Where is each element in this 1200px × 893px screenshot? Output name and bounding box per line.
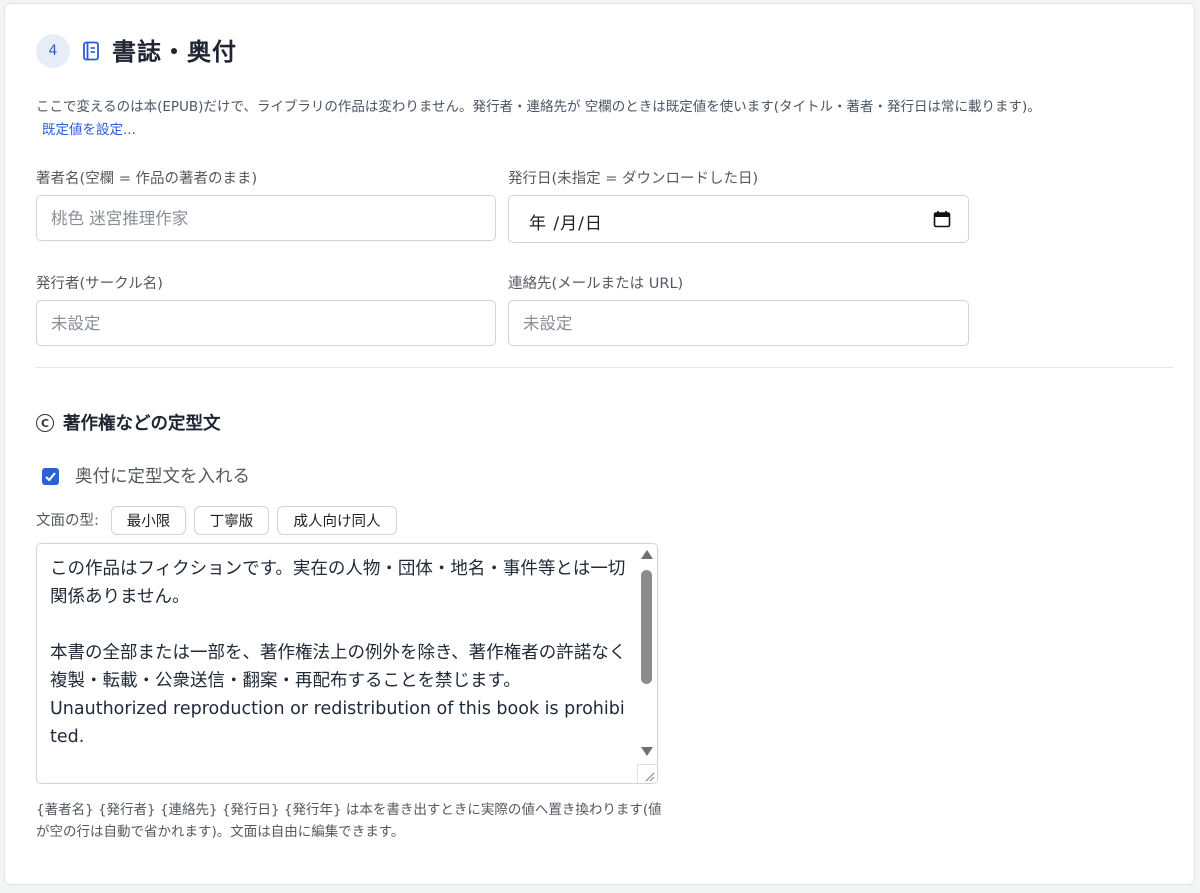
scroll-up-arrow-icon[interactable]: [641, 550, 653, 559]
resize-handle-icon[interactable]: [637, 764, 657, 783]
boilerplate-title: 著作権などの定型文: [63, 414, 221, 434]
bibliography-card: 4 書誌・奥付 ここで変えるのは本(EPUB)だけで、ライブラリの作品は変わりま…: [4, 3, 1195, 885]
check-icon: [45, 472, 56, 482]
copyright-icon: C: [36, 414, 54, 432]
scrollbar-thumb[interactable]: [641, 570, 652, 684]
publisher-label: 発行者(サークル名): [36, 276, 163, 292]
book-icon: [83, 41, 99, 61]
boilerplate-textarea[interactable]: この作品はフィクションです。実在の人物・団体・地名・事件等とは一切関係ありません…: [36, 543, 658, 784]
publisher-input[interactable]: [36, 300, 496, 346]
section-divider: [36, 367, 1173, 368]
textarea-scrollbar[interactable]: [637, 544, 657, 766]
contact-input[interactable]: [508, 300, 969, 346]
contact-label: 連絡先(メールまたは URL): [508, 276, 684, 292]
publish-date-input[interactable]: 年 /月/日: [508, 195, 969, 243]
set-defaults-link[interactable]: 既定値を設定...: [42, 120, 136, 140]
publish-date-value: 年 /月/日: [529, 214, 603, 234]
scroll-down-arrow-icon[interactable]: [641, 747, 653, 756]
author-input[interactable]: [36, 195, 496, 241]
section-title: 書誌・奥付: [112, 38, 237, 66]
placeholder-help-text: {著者名} {発行者} {連絡先} {発行日} {発行年} は本を書き出すときに…: [36, 802, 662, 840]
author-label: 著者名(空欄 = 作品の著者のまま): [36, 171, 258, 187]
step-badge: 4: [36, 34, 70, 68]
preset-polite-button[interactable]: 丁寧版: [194, 506, 269, 535]
preset-adult-doujin-button[interactable]: 成人向け同人: [277, 506, 397, 535]
calendar-icon[interactable]: [933, 210, 951, 228]
boilerplate-text[interactable]: この作品はフィクションです。実在の人物・団体・地名・事件等とは一切関係ありません…: [50, 555, 630, 783]
template-type-label: 文面の型:: [36, 513, 99, 529]
include-boilerplate-checkbox[interactable]: [42, 468, 59, 485]
preset-minimal-button[interactable]: 最小限: [111, 506, 186, 535]
include-boilerplate-label[interactable]: 奥付に定型文を入れる: [75, 465, 250, 489]
section-description: ここで変えるのは本(EPUB)だけで、ライブラリの作品は変わりません。発行者・連…: [36, 99, 1041, 115]
publish-date-label: 発行日(未指定 = ダウンロードした日): [508, 171, 759, 187]
